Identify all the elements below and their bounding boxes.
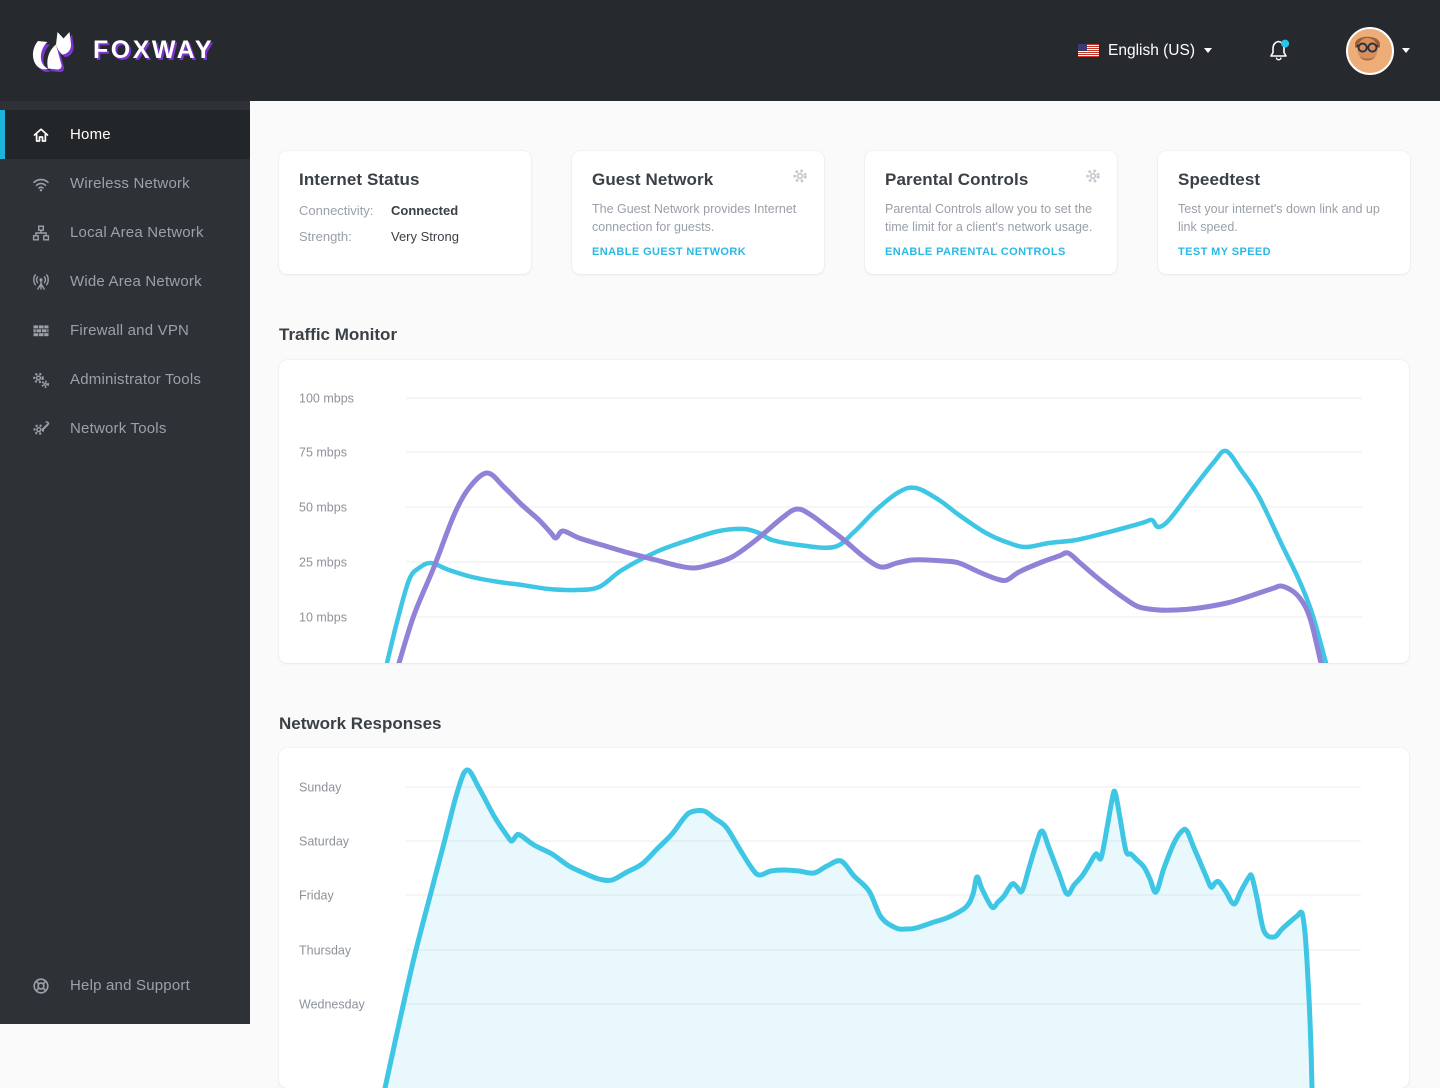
sidebar-item-network-tools[interactable]: Network Tools	[0, 404, 250, 453]
connectivity-value: Connected	[391, 203, 459, 218]
svg-text:Thursday: Thursday	[299, 944, 352, 958]
language-selector[interactable]: English (US)	[1078, 42, 1212, 60]
svg-text:50 mbps: 50 mbps	[299, 501, 347, 515]
sidebar-item-label: Local Area Network	[70, 224, 204, 241]
traffic-monitor-heading: Traffic Monitor	[279, 325, 398, 344]
sidebar-item-local-area-network[interactable]: Local Area Network	[0, 208, 250, 257]
strength-value: Very Strong	[391, 229, 459, 244]
sidebar-item-label: Wireless Network	[70, 175, 190, 192]
sidebar-item-label: Help and Support	[70, 977, 190, 994]
card-title: Internet Status	[299, 170, 420, 189]
sidebar-item-label: Firewall and VPN	[70, 322, 190, 339]
connectivity-label: Connectivity:	[299, 203, 374, 218]
lan-icon	[31, 224, 51, 242]
wan-antenna-icon	[31, 273, 51, 291]
firewall-icon	[31, 322, 51, 340]
gear-icon[interactable]	[1085, 168, 1101, 184]
card-title: Parental Controls	[885, 170, 1029, 189]
sidebar-item-home[interactable]: Home	[0, 110, 250, 159]
sidebar-item-help-and-support[interactable]: Help and Support	[0, 961, 250, 1010]
sidebar-item-label: Network Tools	[70, 420, 167, 437]
card-description: The Guest Network provides Internet conn…	[592, 202, 797, 234]
user-menu[interactable]	[1346, 26, 1410, 75]
network-responses-chart-card: Sunday Saturday Friday Thursday Wednesday	[279, 748, 1409, 1088]
life-ring-icon	[31, 977, 51, 995]
sidebar-item-label: Home	[70, 126, 111, 143]
speedtest-card: Speedtest Test your internet's down link…	[1158, 151, 1410, 274]
test-my-speed-link[interactable]: TEST MY SPEED	[1178, 246, 1271, 258]
network-responses-heading: Network Responses	[279, 714, 442, 733]
brand-name: FOXWAY	[93, 36, 215, 64]
traffic-monitor-chart: 100 mbps 75 mbps 50 mbps 25 mbps 10 mbps	[299, 392, 1362, 663]
brand-logo: FOXWAY	[30, 29, 214, 73]
sidebar-item-firewall-and-vpn[interactable]: Firewall and VPN	[0, 306, 250, 355]
svg-text:100 mbps: 100 mbps	[299, 392, 354, 406]
notification-dot	[1281, 39, 1290, 48]
avatar[interactable]	[1346, 26, 1394, 75]
traffic-monitor-chart-card: 100 mbps 75 mbps 50 mbps 25 mbps 10 mbps	[279, 360, 1409, 663]
fox-logo-icon	[32, 31, 74, 72]
sidebar-item-label: Administrator Tools	[70, 371, 202, 388]
sidebar-item-wide-area-network[interactable]: Wide Area Network	[0, 257, 250, 306]
strength-row: Strength: Very Strong	[299, 229, 511, 244]
guest-network-card: Guest Network The Guest Network provides…	[572, 151, 824, 274]
bell-icon	[1270, 39, 1290, 61]
svg-text:Saturday: Saturday	[299, 835, 350, 849]
svg-text:75 mbps: 75 mbps	[299, 446, 347, 460]
status-cards-row: Internet Status Connectivity: Connected …	[279, 151, 1410, 274]
svg-text:Wednesday: Wednesday	[299, 998, 366, 1012]
language-label: English (US)	[1108, 41, 1195, 59]
gear-icon[interactable]	[792, 168, 808, 184]
parental-controls-card: Parental Controls Parental Controls allo…	[865, 151, 1117, 274]
connectivity-row: Connectivity: Connected	[299, 203, 511, 218]
card-description: Test your internet's down link and up li…	[1178, 202, 1380, 234]
avatar-photo	[1348, 28, 1387, 68]
enable-parental-controls-link[interactable]: ENABLE PARENTAL CONTROLS	[885, 246, 1066, 258]
enable-guest-network-link[interactable]: ENABLE GUEST NETWORK	[592, 246, 746, 258]
strength-label: Strength:	[299, 229, 352, 244]
sidebar: Home Wireless Network Local Area Network	[0, 101, 250, 1024]
card-title: Guest Network	[592, 170, 714, 189]
svg-text:Friday: Friday	[299, 889, 334, 903]
chevron-down-icon[interactable]	[1402, 48, 1410, 53]
card-title: Speedtest	[1178, 170, 1261, 189]
notifications-button[interactable]	[1267, 39, 1290, 62]
svg-text:Sunday: Sunday	[299, 781, 342, 795]
chevron-down-icon	[1204, 48, 1212, 53]
main-content: Internet Status Connectivity: Connected …	[250, 101, 1440, 1088]
card-description: Parental Controls allow you to set the t…	[885, 202, 1093, 234]
topbar: FOXWAY English (US)	[0, 0, 1440, 101]
gear-wrench-icon	[31, 420, 51, 438]
home-icon	[31, 126, 51, 144]
sidebar-item-administrator-tools[interactable]: Administrator Tools	[0, 355, 250, 404]
us-flag-icon	[1078, 44, 1099, 57]
svg-text:25 mbps: 25 mbps	[299, 556, 347, 570]
sidebar-item-wireless-network[interactable]: Wireless Network	[0, 159, 250, 208]
gears-icon	[31, 371, 51, 389]
sidebar-item-label: Wide Area Network	[70, 273, 202, 290]
svg-text:10 mbps: 10 mbps	[299, 611, 347, 625]
wifi-icon	[31, 175, 51, 193]
internet-status-card: Internet Status Connectivity: Connected …	[279, 151, 531, 274]
network-responses-chart: Sunday Saturday Friday Thursday Wednesday	[299, 767, 1361, 1088]
